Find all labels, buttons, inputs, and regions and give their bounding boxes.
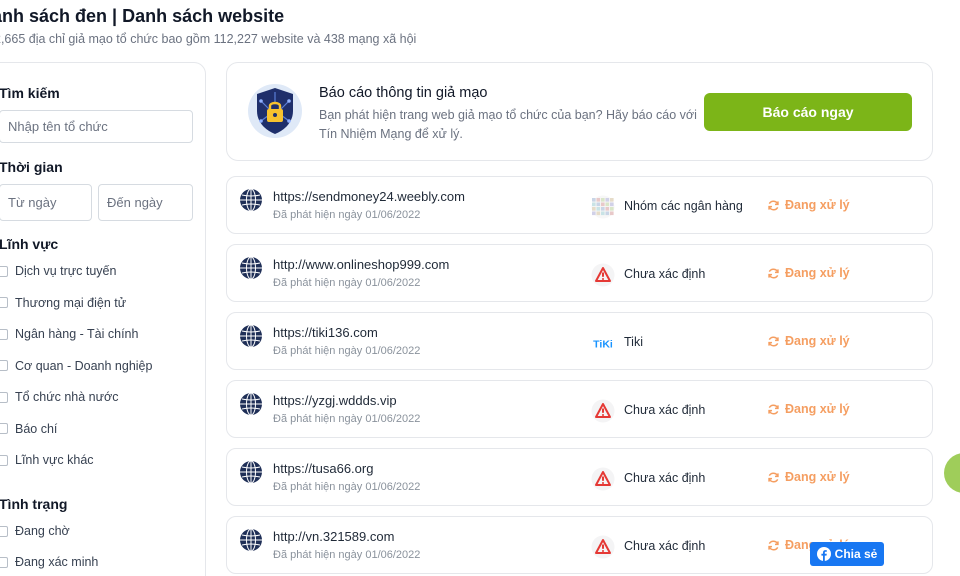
status-label: Đang xử lý	[785, 334, 850, 348]
checkbox-label: Dịch vụ trực tuyến	[15, 264, 117, 278]
filter-panel: Tìm kiếm Thời gian Lĩnh vực Dịch vụ trực…	[0, 62, 206, 576]
facebook-icon	[816, 547, 831, 561]
checkbox[interactable]	[0, 265, 8, 277]
page-title: anh sách đen | Danh sách website	[0, 6, 285, 26]
field-heading: Lĩnh vực	[0, 236, 59, 252]
refresh-icon	[768, 540, 779, 550]
field-filter-option[interactable]: Lĩnh vực khác	[0, 453, 94, 467]
found-date: Đã phát hiện ngày 01/06/2022	[273, 277, 421, 289]
report-card: Báo cáo thông tin giả mạo Bạn phát hiện …	[226, 62, 933, 161]
site-url-link[interactable]: http://vn.321589.com	[273, 529, 394, 544]
site-url-link[interactable]: https://tiki136.com	[273, 325, 378, 340]
checkbox-label: Cơ quan - Doanh nghiệp	[15, 358, 153, 373]
checkbox-label: Ngân hàng - Tài chính	[15, 327, 139, 341]
organization-search-input[interactable]	[0, 110, 193, 143]
globe-icon	[240, 460, 262, 484]
site-row[interactable]: http://www.onlineshop999.com Đã phát hiện…	[226, 244, 933, 302]
from-date-input[interactable]	[0, 184, 92, 221]
warning-icon	[591, 467, 615, 491]
refresh-icon	[768, 472, 779, 482]
report-now-button[interactable]: Báo cáo ngay	[704, 93, 912, 131]
status-filter-option[interactable]: Đang xác minh	[0, 555, 98, 569]
bank-group-icon	[591, 195, 615, 219]
status-heading: Tình trạng	[0, 496, 68, 512]
field-filter-option[interactable]: Báo chí	[0, 422, 57, 436]
globe-icon	[240, 256, 262, 280]
checkbox-label: Lĩnh vực khác	[15, 453, 94, 467]
status-badge: Đang xử lý	[767, 198, 850, 212]
field-filter-option[interactable]: Dịch vụ trực tuyến	[0, 264, 116, 278]
report-description: Bạn phát hiện trang web giả mạo tổ chức …	[319, 108, 697, 141]
page-subtitle: 2,665 địa chỉ giả mạo tổ chức bao gồm 11…	[0, 32, 417, 46]
status-badge: Đang xử lý	[767, 266, 850, 280]
checkbox-label: Báo chí	[15, 421, 58, 436]
warning-icon	[591, 399, 615, 423]
refresh-icon	[768, 336, 779, 346]
checkbox[interactable]	[0, 328, 8, 340]
organization-name: Nhóm các ngân hàng	[624, 199, 743, 213]
field-filter-option[interactable]: Thương mại điện tử	[0, 296, 126, 310]
checkbox[interactable]	[0, 297, 8, 308]
floating-action-button[interactable]	[944, 453, 960, 493]
field-filter-option[interactable]: Ngân hàng - Tài chính	[0, 327, 138, 341]
checkbox-label: Đang xác minh	[15, 555, 99, 569]
search-heading: Tìm kiếm	[0, 85, 60, 101]
organization-name: Chưa xác định	[624, 267, 706, 281]
shield-lock-icon	[248, 84, 302, 138]
site-url-link[interactable]: https://sendmoney24.weebly.com	[273, 189, 465, 204]
site-row[interactable]: https://tusa66.org Đã phát hiện ngày 01/0…	[226, 448, 933, 506]
globe-icon	[240, 324, 262, 348]
site-row[interactable]: https://yzgj.wddds.vip Đã phát hiện ngày …	[226, 380, 933, 438]
globe-icon	[240, 528, 262, 552]
field-filter-option[interactable]: Cơ quan - Doanh nghiệp	[0, 359, 152, 373]
share-label: Chia sẻ	[834, 547, 878, 561]
organization-name: Chưa xác định	[624, 539, 706, 553]
site-row[interactable]: https://tiki136.com Đã phát hiện ngày 01/…	[226, 312, 933, 370]
status-badge: Đang xử lý	[767, 402, 850, 416]
status-label: Đang xử lý	[785, 470, 850, 484]
site-url-link[interactable]: https://tusa66.org	[273, 461, 373, 476]
status-label: Đang xử lý	[785, 198, 850, 212]
checkbox-label: Đang chờ	[15, 524, 70, 538]
tiki-logo-icon: TiKi	[593, 339, 613, 351]
warning-icon	[591, 263, 615, 287]
checkbox[interactable]	[0, 360, 8, 371]
site-row[interactable]: https://sendmoney24.weebly.com Đã phát hi…	[226, 176, 933, 234]
found-date: Đã phát hiện ngày 01/06/2022	[273, 481, 421, 493]
status-label: Đang xử lý	[785, 402, 850, 416]
globe-icon	[240, 188, 262, 212]
svg-text:TiKi: TiKi	[593, 339, 613, 351]
status-label: Đang xử lý	[785, 266, 850, 280]
found-date: Đã phát hiện ngày 01/06/2022	[273, 413, 421, 425]
checkbox[interactable]	[0, 391, 8, 403]
globe-icon	[240, 392, 262, 416]
status-filter-option[interactable]: Đang chờ	[0, 524, 70, 538]
checkbox[interactable]	[0, 556, 8, 568]
found-date: Đã phát hiện ngày 01/06/2022	[273, 549, 421, 561]
checkbox-label: Thương mại điện tử	[15, 295, 127, 310]
warning-icon	[591, 535, 615, 559]
checkbox[interactable]	[0, 525, 8, 537]
refresh-icon	[768, 268, 779, 278]
facebook-share-button[interactable]: Chia sẻ	[810, 542, 884, 566]
status-badge: Đang xử lý	[767, 470, 850, 484]
field-filter-option[interactable]: Tổ chức nhà nước	[0, 390, 118, 404]
organization-name: Tiki	[624, 335, 643, 349]
found-date: Đã phát hiện ngày 01/06/2022	[273, 345, 421, 357]
refresh-icon	[768, 200, 779, 210]
site-url-link[interactable]: http://www.onlineshop999.com	[273, 257, 449, 272]
found-date: Đã phát hiện ngày 01/06/2022	[273, 209, 421, 221]
to-date-input[interactable]	[98, 184, 193, 221]
organization-name: Chưa xác định	[624, 403, 706, 417]
organization-name: Chưa xác định	[624, 471, 706, 485]
refresh-icon	[768, 404, 779, 414]
site-url-link[interactable]: https://yzgj.wddds.vip	[273, 393, 397, 408]
status-badge: Đang xử lý	[767, 334, 850, 348]
checkbox[interactable]	[0, 454, 8, 466]
checkbox-label: Tổ chức nhà nước	[15, 390, 119, 404]
time-heading: Thời gian	[0, 159, 63, 175]
report-title: Báo cáo thông tin giả mạo	[319, 85, 488, 101]
checkbox[interactable]	[0, 423, 8, 434]
